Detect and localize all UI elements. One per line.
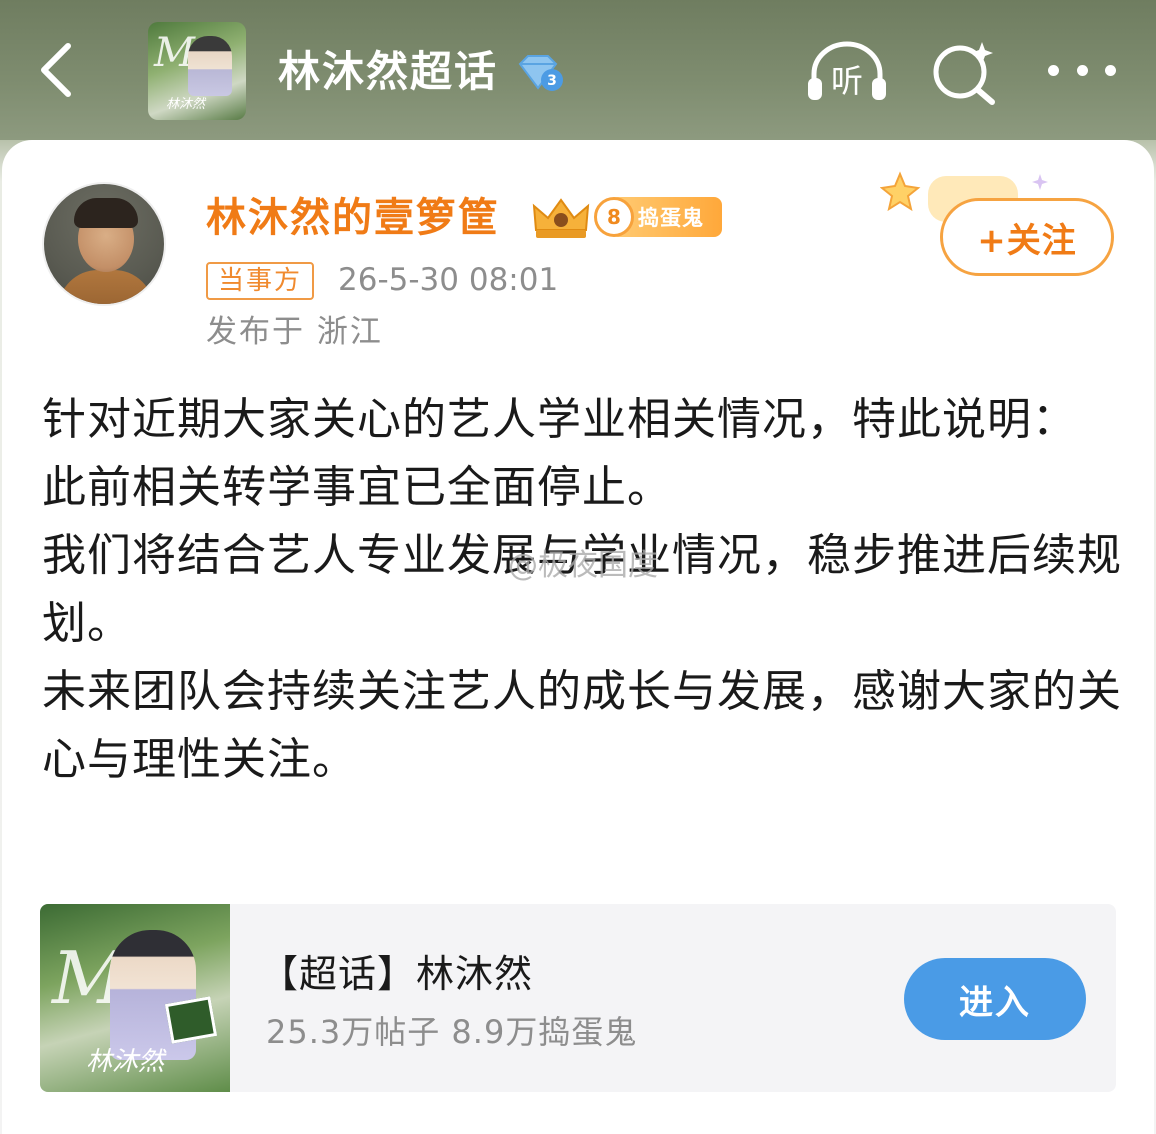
topic-cover-image: M 林沐然 — [40, 904, 230, 1092]
more-icon — [1048, 64, 1059, 76]
back-icon — [41, 43, 71, 97]
author-name[interactable]: 林沐然的壹箩筐 — [206, 190, 500, 246]
listen-button[interactable]: 听 — [804, 40, 890, 104]
enter-button[interactable]: 进入 — [904, 958, 1086, 1040]
post-location: 发布于 浙江 — [206, 314, 383, 350]
party-tag: 当事方 — [206, 262, 315, 300]
post-paragraph: 未来团队会持续关注艺人的成长与发展，感谢大家的关心与理性关注。 — [42, 666, 1122, 785]
diamond-level-icon: 3 — [518, 55, 563, 91]
topic-stats: 25.3万帖子 8.9万捣蛋鬼 — [266, 1013, 638, 1051]
fan-level-label: 捣蛋鬼 — [638, 206, 704, 230]
back-button[interactable] — [28, 38, 84, 102]
author-avatar[interactable] — [42, 182, 166, 306]
post-paragraph: 此前相关转学事宜已全面停止。 — [42, 462, 672, 513]
search-sparkle-icon — [933, 42, 995, 105]
post-paragraph: 我们将结合艺人专业发展与学业情况，稳步推进后续规划。 — [42, 530, 1122, 649]
post-timestamp: 26-5-30 08:01 — [338, 262, 559, 298]
topic-thumbnail-caption: 林沐然 — [166, 97, 206, 112]
search-button[interactable] — [930, 38, 1000, 106]
follow-button[interactable]: +关注 — [940, 198, 1114, 276]
topic-card[interactable]: M 林沐然 【超话】林沐然 25.3万帖子 8.9万捣蛋鬼 进入 — [40, 904, 1116, 1092]
topic-cover-caption: 林沐然 — [86, 1047, 165, 1077]
top-bar: M 林沐然 林沐然超话 3 听 — [0, 0, 1156, 140]
page-title: 林沐然超话 — [278, 47, 499, 96]
headphones-icon: 听 — [808, 41, 886, 100]
crown-icon — [532, 198, 590, 238]
fan-level-number: 8 — [594, 197, 634, 237]
fan-level-badge: 8 捣蛋鬼 — [594, 197, 722, 237]
svg-text:3: 3 — [547, 73, 557, 89]
topic-name: 【超话】林沐然 — [260, 952, 534, 996]
post-paragraph: 针对近期大家关心的艺人学业相关情况，特此说明： — [42, 394, 1077, 445]
topic-thumbnail[interactable]: M 林沐然 — [148, 22, 246, 120]
post-body: 针对近期大家关心的艺人学业相关情况，特此说明： 此前相关转学事宜已全面停止。 我… — [42, 386, 1122, 794]
watermark: @极夜国度 — [508, 548, 658, 583]
svg-text:听: 听 — [831, 62, 863, 100]
more-button[interactable] — [1044, 48, 1120, 92]
